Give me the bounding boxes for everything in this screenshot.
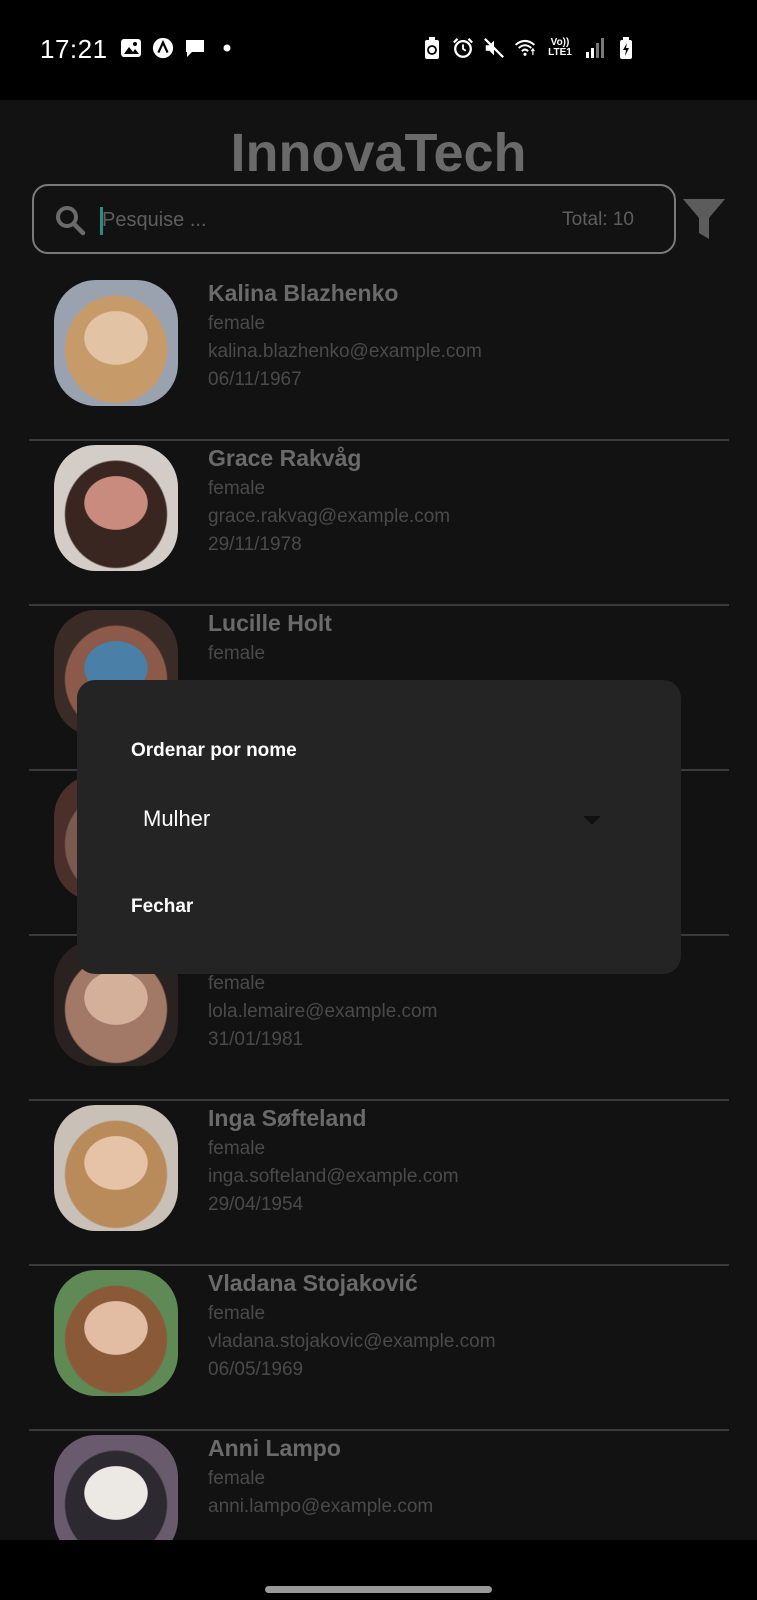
user-name: Vladana Stojaković — [208, 1270, 418, 1296]
image-icon — [120, 36, 142, 60]
sort-dialog: Ordenar por nome Mulher Fechar — [77, 680, 681, 974]
alarm-icon — [452, 36, 474, 60]
mute-icon — [483, 36, 505, 60]
status-time: 17:21 — [40, 34, 108, 64]
status-left-icons — [120, 36, 238, 60]
avatar — [54, 1270, 178, 1396]
search-box[interactable]: Total: 10 — [32, 184, 676, 254]
user-row[interactable]: Kalina Blazhenko female kalina.blazhenko@e… — [29, 276, 729, 441]
avatar — [54, 1435, 178, 1540]
volte-icon: Vo)) LTE1 — [548, 37, 572, 58]
battery-saver-icon — [421, 36, 443, 60]
user-email: vladana.stojakovic@example.com — [208, 1331, 496, 1352]
search-input[interactable] — [102, 200, 462, 240]
avatar — [54, 1105, 178, 1231]
user-gender: female — [208, 1303, 266, 1324]
dialog-title: Ordenar por nome — [131, 740, 297, 761]
dot-icon — [216, 36, 238, 60]
user-gender: female — [208, 1468, 266, 1489]
user-email: grace.rakvag@example.com — [208, 506, 451, 527]
user-row[interactable]: Vladana Stojaković female vladana.stojakov… — [29, 1266, 729, 1431]
user-gender: female — [208, 478, 266, 499]
search-icon — [54, 204, 86, 241]
user-dob: 29/11/1978 — [208, 534, 302, 555]
user-email: anni.lampo@example.com — [208, 1496, 434, 1517]
user-row[interactable]: Anni Lampo female anni.lampo@example.com — [29, 1431, 729, 1540]
user-name: Kalina Blazhenko — [208, 280, 399, 306]
user-dob: 29/04/1954 — [208, 1194, 304, 1215]
user-name: Anni Lampo — [208, 1435, 341, 1461]
user-dob: 06/11/1967 — [208, 369, 302, 390]
close-button[interactable]: Fechar — [131, 896, 193, 918]
user-dob: 31/01/1981 — [208, 1029, 304, 1050]
user-gender: female — [208, 313, 266, 334]
user-name: Grace Rakvåg — [208, 445, 362, 471]
user-name: Lucille Holt — [208, 610, 332, 636]
total-count: Total: 10 — [562, 209, 634, 230]
user-email: kalina.blazhenko@example.com — [208, 341, 482, 362]
screen: 17:21 Vo)) LTE1 InnovaTech Pesquise ... … — [0, 0, 757, 1600]
navigation-bar — [0, 1540, 757, 1600]
user-gender: female — [208, 973, 266, 994]
dropdown-selected-value: Mulher — [143, 806, 211, 831]
avatar — [54, 280, 178, 406]
user-name: Inga Søfteland — [208, 1105, 367, 1131]
user-row[interactable]: Inga Søfteland female inga.softeland@examp… — [29, 1101, 729, 1266]
user-email: inga.softeland@example.com — [208, 1166, 459, 1187]
status-bar: 17:21 Vo)) LTE1 — [0, 0, 757, 100]
battery-icon — [615, 36, 637, 60]
app-icon — [152, 36, 174, 60]
gender-dropdown[interactable]: Mulher — [131, 794, 611, 844]
chat-icon — [184, 36, 206, 60]
home-handle[interactable] — [265, 1586, 492, 1593]
user-dob: 06/05/1969 — [208, 1359, 304, 1380]
avatar — [54, 445, 178, 571]
user-gender: female — [208, 1138, 266, 1159]
app-title: InnovaTech — [230, 123, 527, 183]
signal-icon — [584, 36, 606, 60]
user-gender: female — [208, 643, 266, 664]
user-row[interactable]: Grace Rakvåg female grace.rakvag@example.c… — [29, 441, 729, 606]
status-right-icons: Vo)) LTE1 — [421, 36, 637, 60]
wifi-icon — [514, 36, 536, 60]
user-email: lola.lemaire@example.com — [208, 1001, 438, 1022]
dropdown-arrow-icon — [583, 816, 601, 825]
filter-icon[interactable] — [682, 196, 726, 244]
